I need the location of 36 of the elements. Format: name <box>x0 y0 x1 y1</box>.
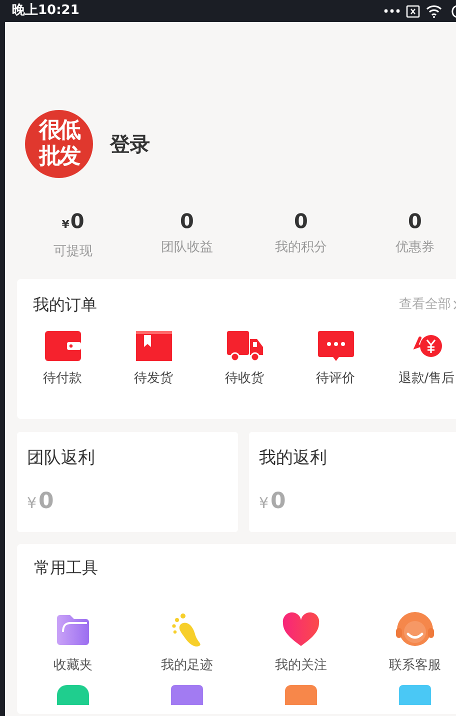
section-title: 我的订单 <box>33 294 97 316</box>
rebate-title: 团队返利 <box>27 446 96 470</box>
rebate-title: 我的返利 <box>259 446 328 470</box>
truck-icon <box>224 328 264 362</box>
more-dots-icon <box>384 9 400 13</box>
stat-value: ¥0 <box>62 208 84 235</box>
rebate-card[interactable]: 团队返利 ¥0 <box>17 432 238 532</box>
box-icon <box>134 328 174 362</box>
stat-value: 0 <box>180 208 194 234</box>
tool-button[interactable]: 我的足迹 <box>130 608 244 675</box>
section-title: 常用工具 <box>33 556 99 578</box>
order-status-button[interactable]: 待评价 <box>290 328 381 388</box>
wallet-icon <box>42 328 82 362</box>
order-status-button[interactable]: 待付款 <box>17 328 108 388</box>
status-time: 晚上10:21 <box>12 2 80 20</box>
comment-icon <box>316 328 356 362</box>
square-icon <box>171 685 203 705</box>
tool-button[interactable]: 我的关注 <box>244 608 358 675</box>
wifi-icon <box>426 4 442 18</box>
login-link[interactable]: 登录 <box>110 129 150 159</box>
rebate-amount: ¥0 <box>27 488 55 516</box>
order-status-button[interactable]: 待发货 <box>108 328 199 388</box>
order-status-button[interactable]: 待收货 <box>199 328 290 388</box>
tool-button[interactable]: 收藏夹 <box>16 608 130 675</box>
rebate-card[interactable]: 我的返利 ¥0 <box>249 432 456 532</box>
order-status-button[interactable]: 退款/售后 <box>381 328 456 388</box>
stat-value: 0 <box>408 208 422 234</box>
stat-label: 可提现 <box>54 243 92 261</box>
tool-button[interactable]: 联系客服 <box>358 608 456 675</box>
rebate-amount: ¥0 <box>259 488 287 516</box>
stat-value: 0 <box>294 208 308 234</box>
brand-logo: 很低 批发 <box>25 110 93 178</box>
stat-label: 团队收益 <box>161 239 213 257</box>
stat-label: 我的积分 <box>275 239 327 257</box>
stat-label: 优惠券 <box>396 239 434 257</box>
sim-card-icon <box>406 4 420 18</box>
